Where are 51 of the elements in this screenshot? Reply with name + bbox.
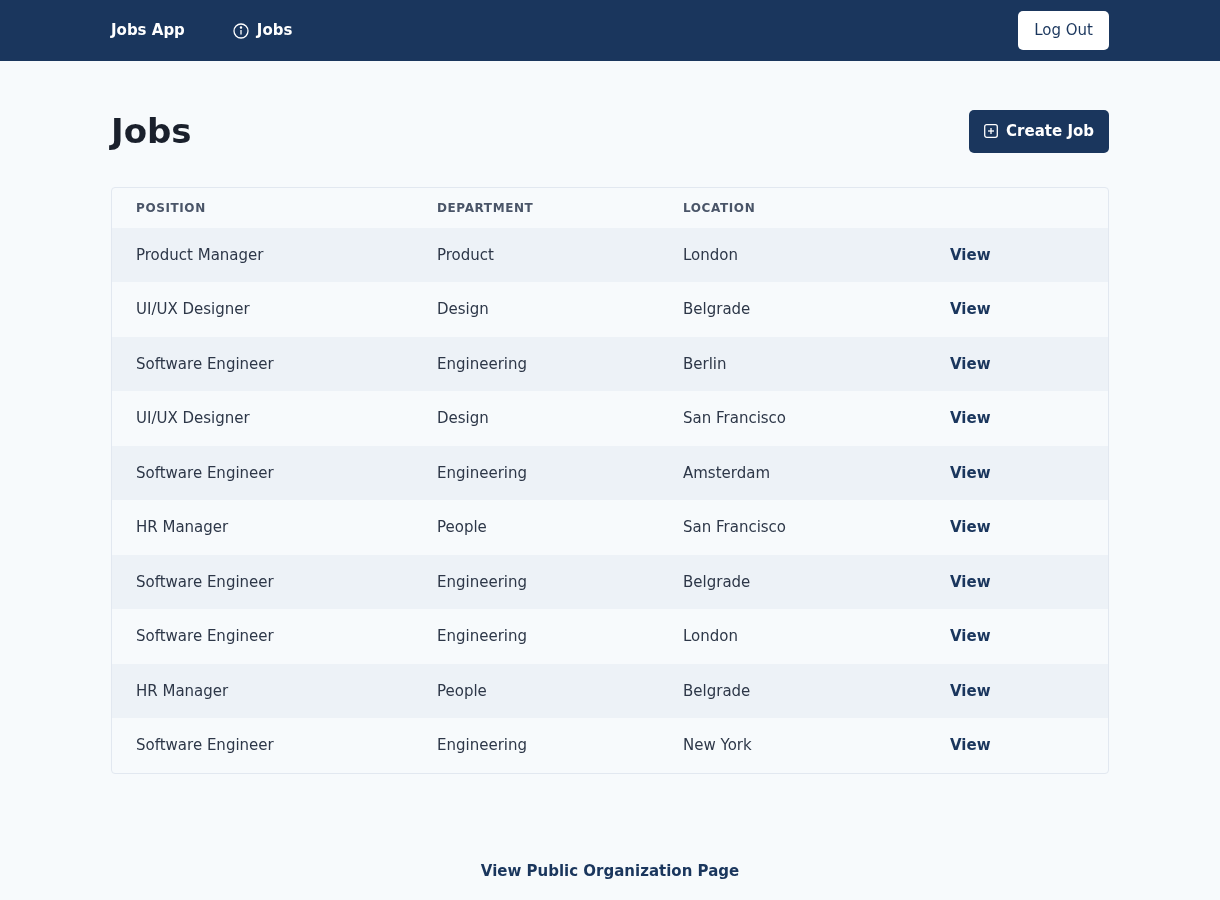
table-cell: New York (683, 736, 752, 754)
table-cell: UI/UX Designer (136, 300, 250, 318)
table-cell: Software Engineer (136, 736, 274, 754)
public-page-link[interactable]: View Public Organization Page (480, 861, 740, 880)
table-cell: Engineering (437, 572, 527, 591)
table-cell: People (437, 518, 487, 536)
brand-link[interactable]: Jobs App (111, 19, 185, 42)
table-cell: Engineering (437, 736, 527, 754)
view-link[interactable]: View (950, 407, 991, 430)
plus-square-icon (984, 124, 999, 139)
view-link[interactable]: View (950, 298, 991, 321)
table-cell: People (437, 681, 487, 700)
table-cell: Product Manager (136, 245, 264, 264)
table-cell: HR Manager (136, 518, 229, 536)
table-cell: Design (437, 409, 489, 427)
table-cell: Software Engineer (136, 354, 274, 373)
view-link[interactable]: View (950, 516, 991, 539)
page-title: Jobs (111, 110, 192, 152)
view-link[interactable]: View (950, 734, 991, 757)
table-cell: San Francisco (683, 409, 787, 427)
column-header: POSITION (136, 200, 206, 215)
table-cell: London (683, 245, 738, 264)
table-cell: Engineering (437, 627, 527, 645)
view-link[interactable]: View (950, 243, 991, 266)
table-cell: Software Engineer (136, 572, 274, 591)
table-cell: Software Engineer (136, 627, 274, 645)
create-job-button[interactable]: Create Job (969, 110, 1109, 153)
table-cell: San Francisco (683, 518, 787, 536)
table-cell: London (683, 627, 738, 645)
view-link[interactable]: View (950, 352, 991, 375)
table-cell: Engineering (437, 463, 527, 482)
table-cell: Design (437, 300, 489, 318)
column-header: DEPARTMENT (437, 200, 534, 215)
table-cell: Engineering (437, 354, 527, 373)
table-cell: Berlin (683, 354, 727, 373)
nav-link[interactable]: Jobs (232, 19, 293, 42)
table-cell: UI/UX Designer (136, 409, 250, 427)
view-link[interactable]: View (950, 461, 991, 484)
table-cell: Belgrade (683, 300, 751, 318)
info-icon (232, 22, 249, 39)
table-cell: Amsterdam (683, 463, 771, 482)
table-cell: Product (437, 245, 494, 264)
view-link[interactable]: View (950, 625, 991, 648)
table-cell: Belgrade (683, 572, 751, 591)
view-link[interactable]: View (950, 570, 991, 593)
column-header: LOCATION (683, 200, 756, 215)
table-cell: Software Engineer (136, 463, 274, 482)
view-link[interactable]: View (950, 679, 991, 702)
table-cell: Belgrade (683, 681, 751, 700)
logout-button[interactable]: Log Out (1018, 11, 1109, 50)
table-cell: HR Manager (136, 681, 229, 700)
